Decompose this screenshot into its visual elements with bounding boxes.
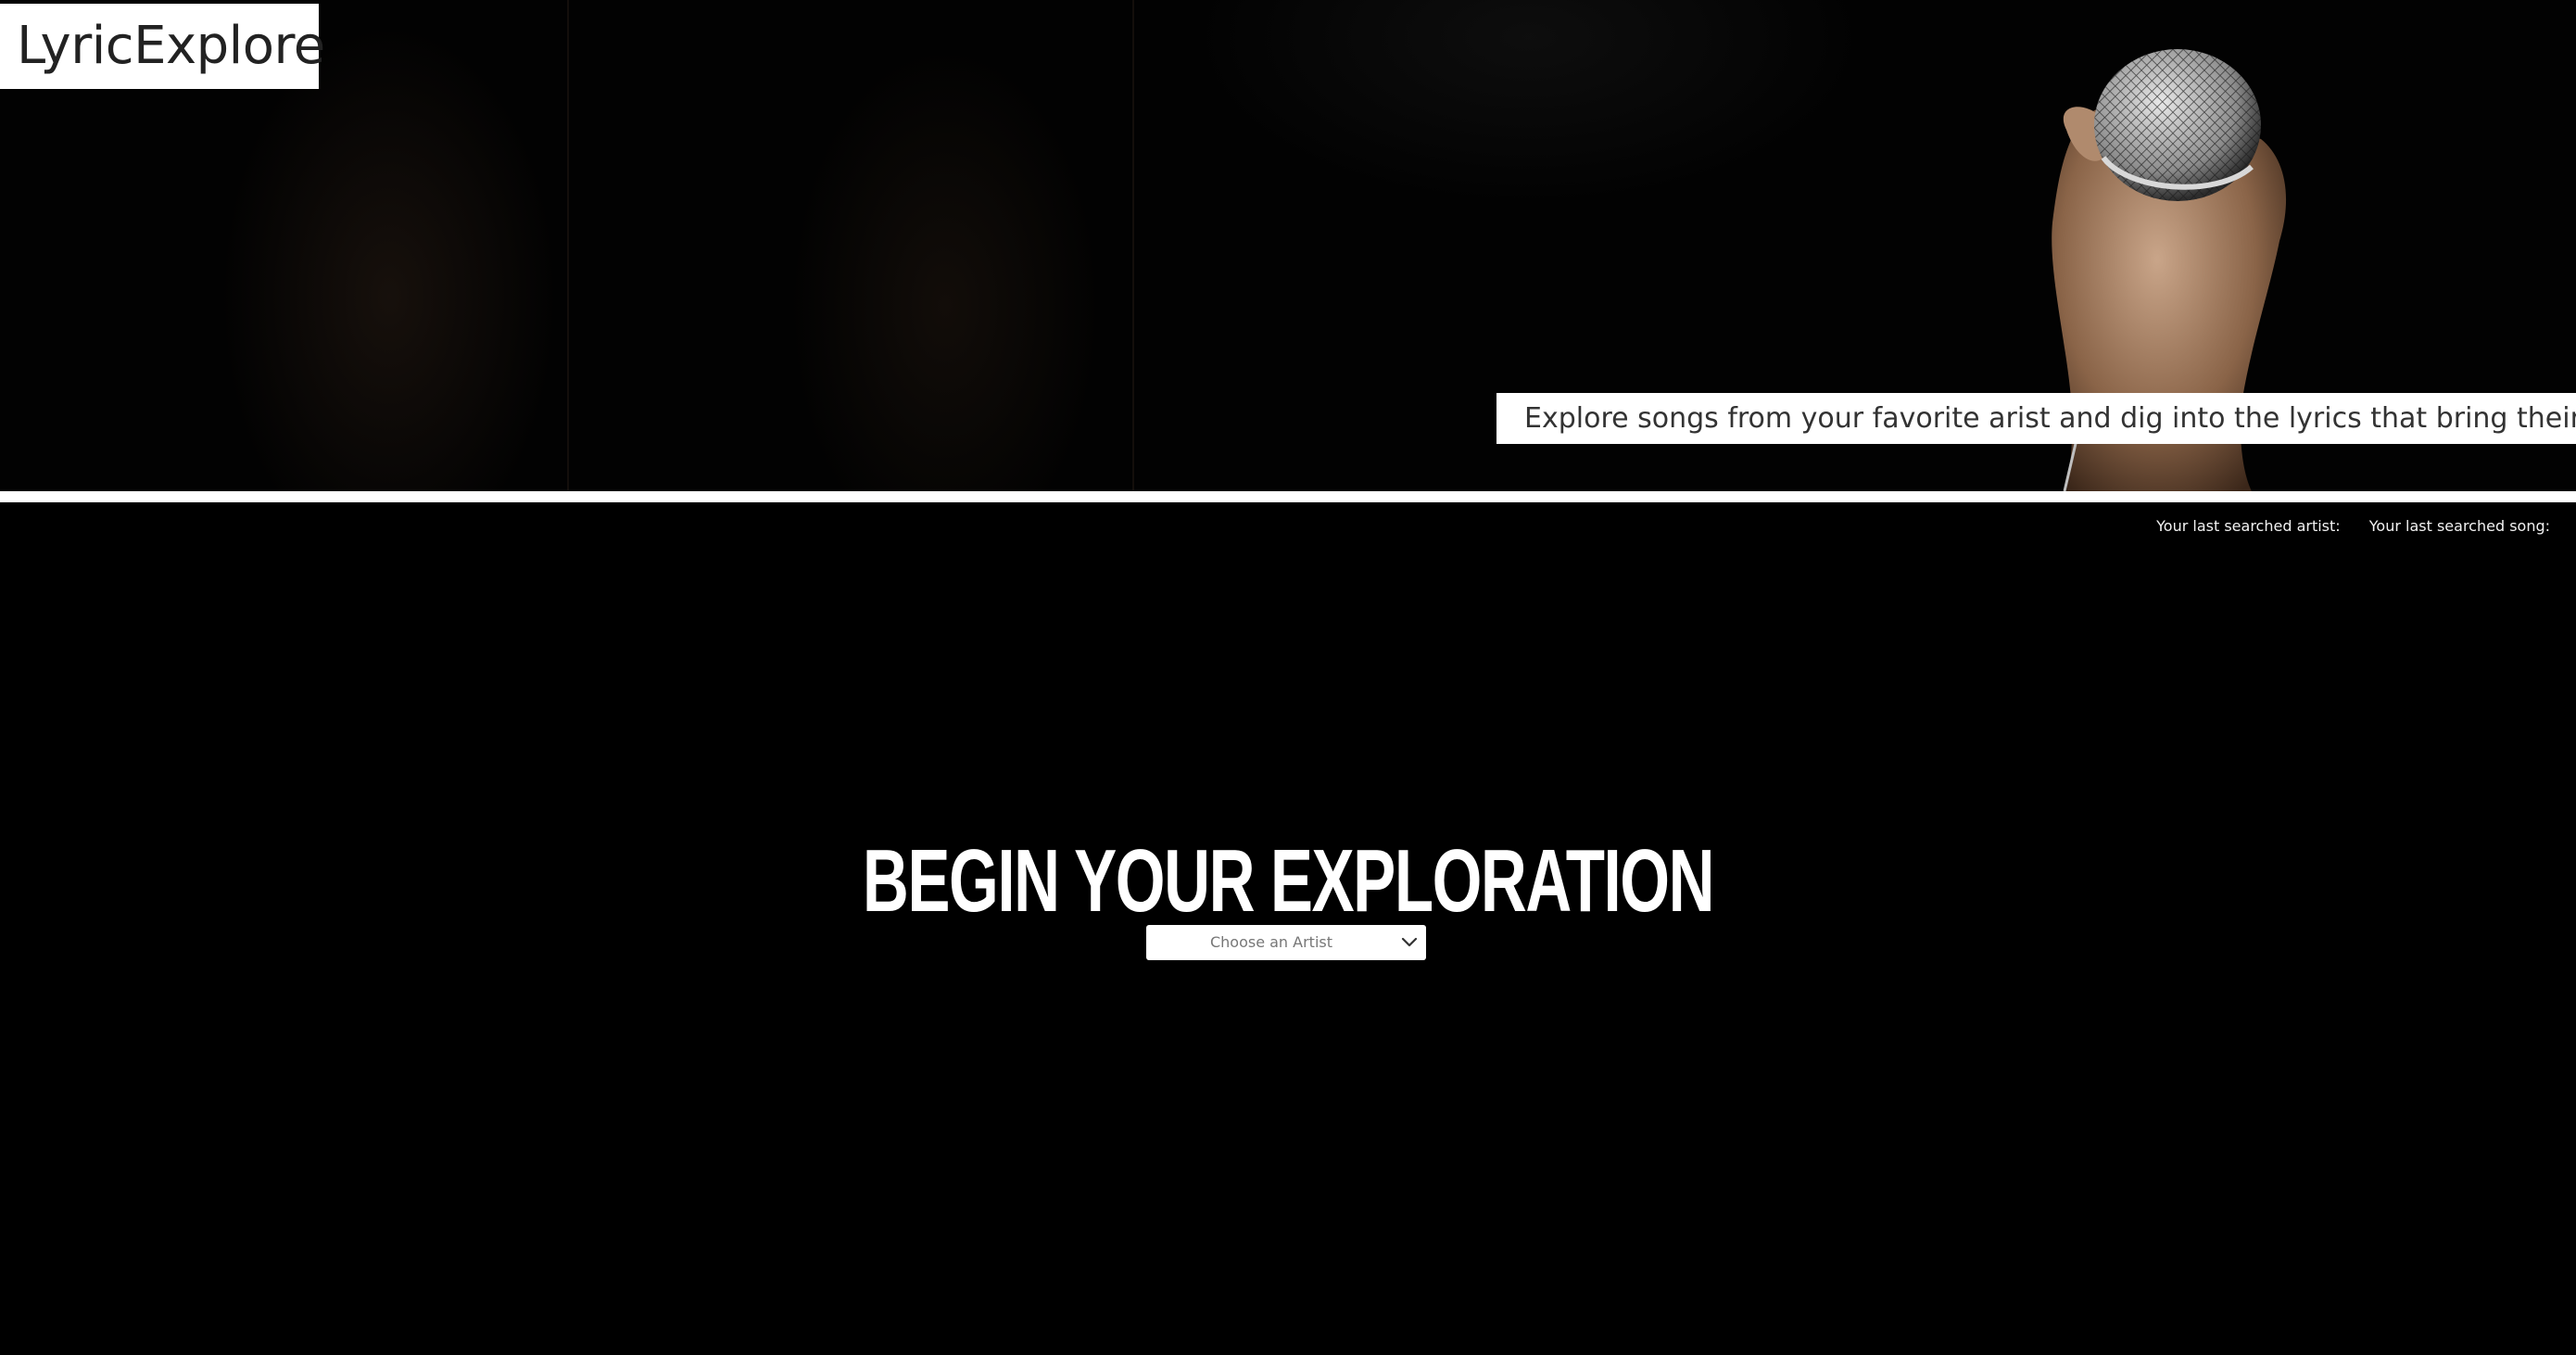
chevron-down-icon: [1401, 937, 1418, 947]
section-divider: [0, 491, 2576, 502]
page-headline: BEGIN YOUR EXPLORATION: [862, 831, 1715, 931]
search-history: Your last searched artist: Your last sea…: [2156, 517, 2550, 535]
hero-banner: LyricExplore Explore songs from your fav…: [0, 0, 2576, 491]
artist-dropdown-placeholder: Choose an Artist: [1209, 933, 1333, 951]
site-logo[interactable]: LyricExplore: [0, 4, 325, 89]
artist-dropdown[interactable]: Choose an Artist: [1146, 925, 1426, 960]
panel-seam: [1132, 0, 1134, 491]
last-searched-song: Your last searched song:: [2368, 517, 2550, 535]
hero-tagline: Explore songs from your favorite arist a…: [1496, 393, 2576, 444]
panel-seam: [567, 0, 569, 491]
main-section: Your last searched artist: Your last sea…: [0, 502, 2576, 1355]
last-searched-artist: Your last searched artist:: [2156, 517, 2341, 535]
